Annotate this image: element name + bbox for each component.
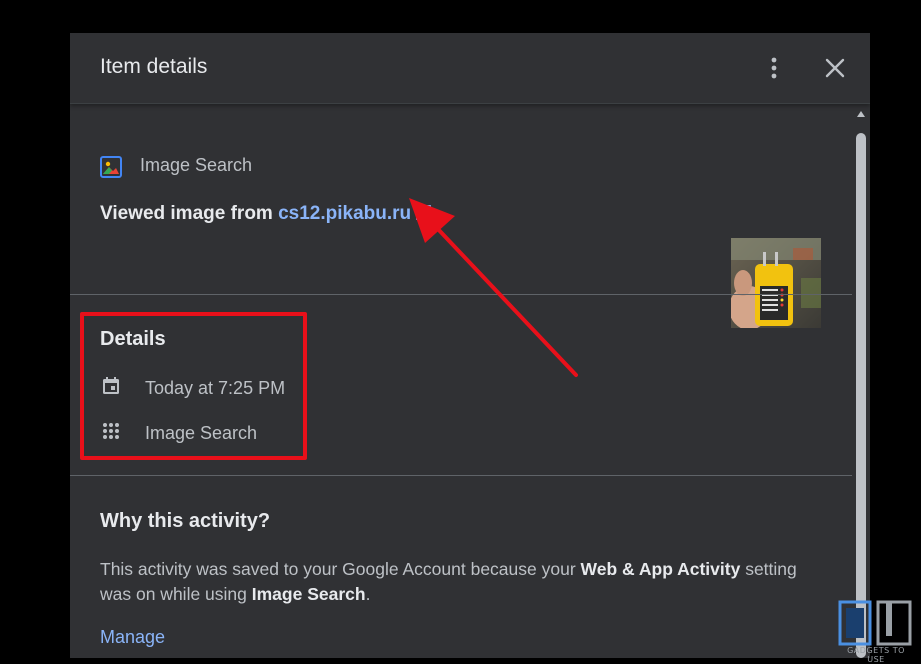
watermark-text: GADGETS TO USE (847, 646, 905, 664)
annotation-arrow (409, 198, 578, 377)
gadgets-to-use-logo: GADGETS TO USE (838, 600, 914, 664)
